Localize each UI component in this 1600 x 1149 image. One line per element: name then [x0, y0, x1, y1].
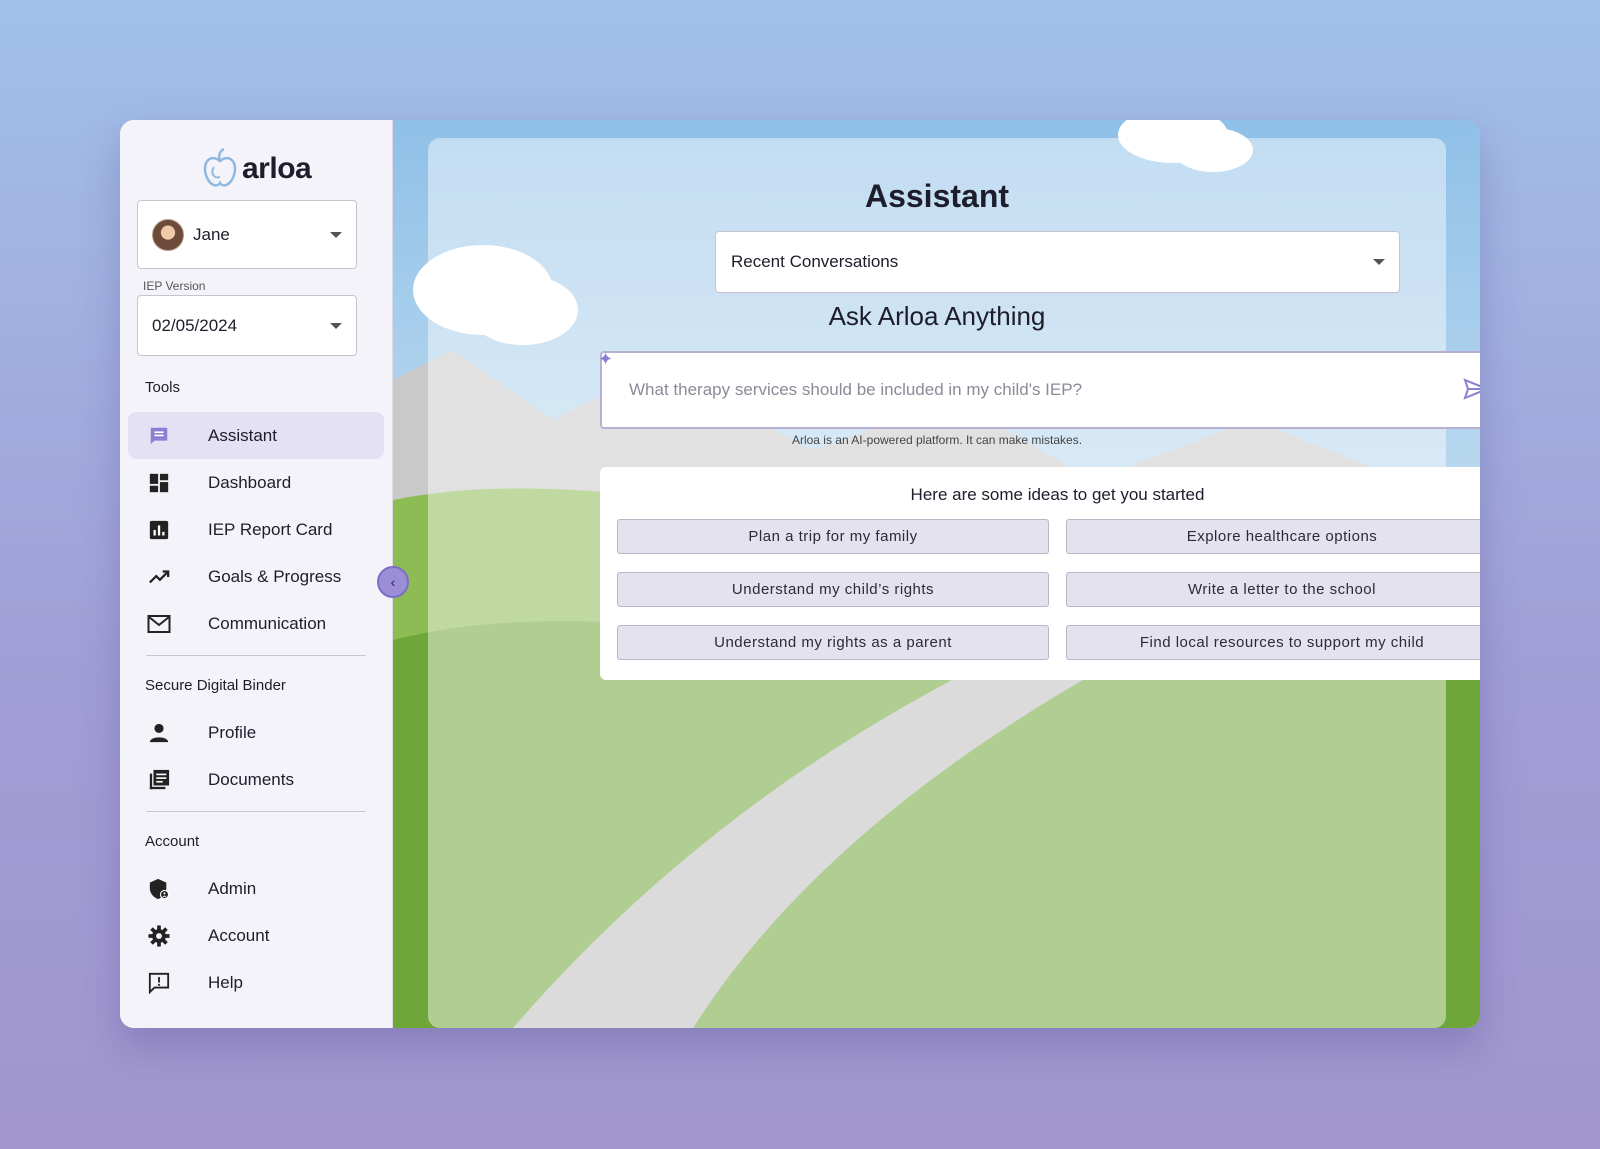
send-icon[interactable]: [1463, 377, 1480, 406]
sidebar-item-label: Goals & Progress: [208, 566, 342, 586]
idea-button[interactable]: Understand my rights as a parent: [617, 625, 1049, 660]
recent-conversations-label: Recent Conversations: [731, 252, 899, 271]
logo: arloa: [202, 146, 312, 192]
sidebar-item-admin[interactable]: Admin: [128, 865, 384, 912]
idea-button[interactable]: Plan a trip for my family: [617, 519, 1049, 554]
sidebar-item-communication[interactable]: Communication: [128, 600, 384, 647]
iep-version-select[interactable]: 02/05/2024: [137, 295, 357, 356]
idea-button[interactable]: Write a letter to the school: [1066, 572, 1480, 607]
chevron-left-icon: ‹: [390, 574, 396, 590]
divider: [146, 811, 366, 812]
trending-up-icon: [147, 565, 171, 589]
iep-version-label: IEP Version: [143, 279, 206, 293]
chat-icon: [147, 424, 171, 448]
gear-icon: [147, 924, 171, 948]
page-title: Assistant: [864, 178, 1010, 214]
idea-button[interactable]: Understand my child’s rights: [617, 572, 1049, 607]
ideas-card: Here are some ideas to get you started P…: [600, 467, 1480, 680]
ideas-title: Here are some ideas to get you started: [910, 485, 1205, 504]
iep-version-value: 02/05/2024: [152, 315, 238, 335]
sidebar-item-assistant[interactable]: Assistant: [128, 412, 384, 459]
sidebar-item-documents[interactable]: Documents: [128, 756, 384, 803]
sidebar-item-iep-report-card[interactable]: IEP Report Card: [128, 506, 384, 553]
avatar: [152, 218, 184, 251]
bar-chart-icon: [147, 518, 171, 542]
sidebar-item-label: Account: [208, 925, 270, 945]
sidebar-item-profile[interactable]: Profile: [128, 709, 384, 756]
brand-name: arloa: [242, 152, 312, 185]
section-title-account: Account: [145, 833, 200, 850]
sidebar-item-goals-progress[interactable]: Goals & Progress: [128, 553, 384, 600]
collapse-sidebar-button[interactable]: ‹: [377, 566, 409, 598]
recent-conversations-select[interactable]: Recent Conversations: [715, 231, 1400, 293]
sidebar-item-label: Help: [208, 972, 243, 992]
idea-button[interactable]: Find local resources to support my child: [1066, 625, 1480, 660]
sidebar: arloa Jane IEP Version 02/05/2024 Tools …: [120, 120, 393, 1028]
sidebar-item-label: IEP Report Card: [208, 519, 333, 539]
section-title-tools: Tools: [145, 379, 181, 396]
sparkle-icon: ✦: [598, 349, 614, 369]
user-select[interactable]: Jane: [137, 200, 357, 269]
feedback-icon: [147, 971, 171, 995]
sidebar-item-label: Admin: [208, 878, 257, 898]
sidebar-item-label: Communication: [208, 613, 327, 633]
documents-icon: [147, 768, 171, 792]
app-window: arloa Jane IEP Version 02/05/2024 Tools …: [120, 120, 1480, 1028]
chevron-down-icon: [330, 322, 342, 329]
ask-input-placeholder: What therapy services should be included…: [629, 380, 1083, 399]
divider: [146, 655, 366, 656]
person-icon: [147, 721, 171, 745]
sidebar-item-label: Dashboard: [208, 472, 292, 492]
sidebar-item-label: Documents: [208, 769, 294, 789]
chevron-down-icon: [1373, 259, 1385, 265]
sidebar-item-label: Assistant: [208, 425, 277, 445]
dashboard-icon: [147, 471, 171, 495]
admin-shield-icon: [147, 877, 171, 901]
ask-input[interactable]: What therapy services should be included…: [600, 351, 1480, 429]
sidebar-item-account[interactable]: Account: [128, 912, 384, 959]
sidebar-item-dashboard[interactable]: Dashboard: [128, 459, 384, 506]
idea-button[interactable]: Explore healthcare options: [1066, 519, 1480, 554]
ask-title: Ask Arloa Anything: [828, 301, 1046, 331]
arloa-logo-icon: [203, 147, 237, 187]
sidebar-item-label: Profile: [208, 722, 257, 742]
ai-disclaimer: Arloa is an AI-powered platform. It can …: [791, 433, 1083, 447]
user-select-value: Jane: [193, 224, 230, 244]
mail-icon: [147, 612, 171, 636]
chevron-down-icon: [330, 231, 342, 238]
sidebar-item-help[interactable]: Help: [128, 959, 384, 1006]
section-title-binder: Secure Digital Binder: [145, 677, 286, 694]
